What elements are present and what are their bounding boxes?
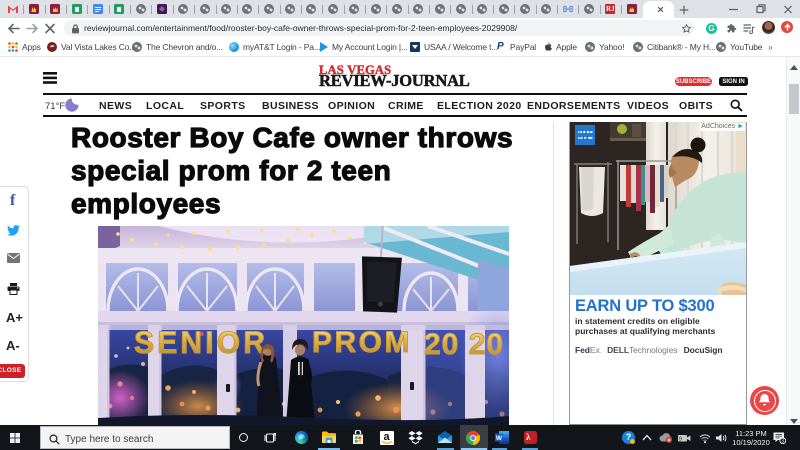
svg-text:PROM: PROM <box>312 326 412 359</box>
svg-text:20 20: 20 20 <box>424 328 504 361</box>
svg-text:9: 9 <box>679 437 682 443</box>
svg-text:W: W <box>496 435 503 442</box>
svg-text:SENIOR: SENIOR <box>134 324 268 360</box>
svg-text:3: 3 <box>781 439 784 444</box>
